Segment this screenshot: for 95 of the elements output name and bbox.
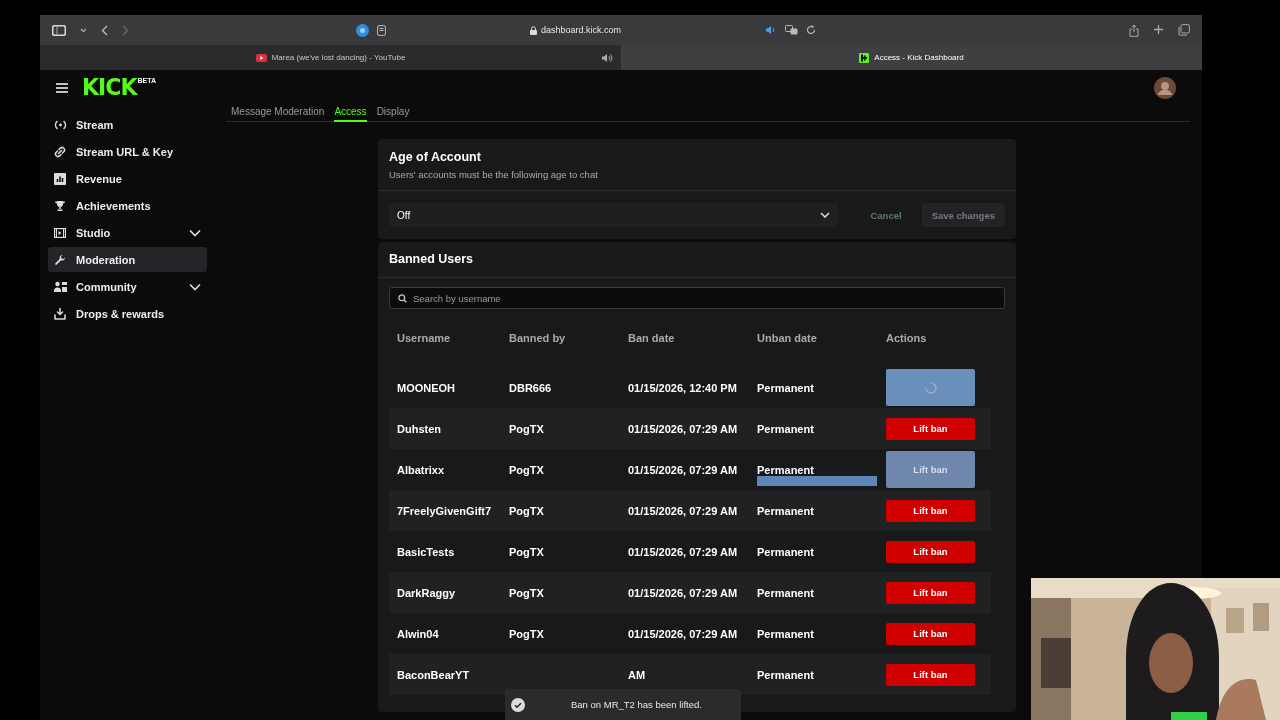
unban-date-cell: Permanent bbox=[757, 627, 814, 640]
lock-icon bbox=[529, 25, 537, 35]
gift-tray-icon bbox=[54, 307, 66, 320]
extension-icon[interactable] bbox=[356, 23, 369, 37]
share-icon[interactable] bbox=[1129, 23, 1139, 37]
banned-by-cell-text: PogTX bbox=[508, 462, 545, 478]
link-icon bbox=[54, 145, 66, 158]
card-title: Banned Users bbox=[389, 252, 475, 266]
ban-date-cell-text: 01/15/2026, 07:29 AM bbox=[627, 544, 739, 560]
sidebar-toggle-icon[interactable] bbox=[52, 24, 66, 36]
ban-date-cell-text: 01/15/2026, 12:40 PM bbox=[627, 380, 738, 396]
username-cell-text: Duhsten bbox=[396, 421, 442, 437]
toast-message: Ban on MR_T2 has been lifted. bbox=[571, 699, 702, 710]
lift-ban-button[interactable]: Lift ban bbox=[886, 417, 975, 440]
menu-icon[interactable] bbox=[56, 82, 68, 93]
tab-title: Marea (we've lost dancing) - YouTube bbox=[271, 53, 406, 62]
unban-date-cell: Permanent bbox=[757, 545, 814, 558]
column-header: Actions bbox=[885, 332, 928, 344]
banned-by-cell-text: PogTX bbox=[508, 626, 545, 642]
card-description: Users' accounts must be the following age to chat bbox=[389, 169, 599, 180]
tabs-overview-icon[interactable] bbox=[1178, 23, 1190, 36]
search-icon bbox=[398, 293, 407, 303]
unban-date-cell: Permanent bbox=[757, 586, 814, 599]
ban-date-cell-text: 01/15/2026, 07:29 AM bbox=[627, 462, 739, 478]
age-select[interactable]: Off bbox=[389, 203, 839, 227]
video-frame-icon bbox=[54, 227, 66, 238]
ban-date-cell-text: 01/15/2026, 07:29 AM bbox=[627, 421, 739, 437]
ban-date-cell-text: AM bbox=[627, 667, 647, 683]
sidebar-item[interactable]: Achievements bbox=[48, 193, 207, 218]
k-logo-icon bbox=[859, 52, 870, 63]
address-text[interactable]: dashboard.kick.com bbox=[540, 25, 621, 35]
unban-date-cell: Permanent bbox=[757, 422, 814, 435]
chevron-icon[interactable] bbox=[189, 282, 201, 291]
chevron-down-icon bbox=[820, 212, 831, 218]
settings-tab[interactable]: Message Moderation bbox=[231, 106, 325, 122]
lift-ban-button[interactable]: Lift ban bbox=[886, 663, 975, 686]
translate-icon[interactable] bbox=[785, 25, 798, 35]
column-header: Banned by bbox=[508, 332, 567, 344]
sidebar-item[interactable]: Studio bbox=[48, 220, 207, 245]
users-icon bbox=[53, 280, 67, 293]
sidebar-item[interactable]: Stream bbox=[48, 112, 207, 137]
username-cell-text: Albatrixx bbox=[396, 462, 446, 478]
username-cell-text: DarkRaggy bbox=[396, 585, 457, 601]
banned-by-cell-text: PogTX bbox=[508, 503, 545, 519]
settings-tab[interactable]: Access bbox=[334, 106, 367, 122]
speaker-icon[interactable] bbox=[765, 25, 777, 35]
username-cell-text: BaconBearYT bbox=[396, 667, 471, 683]
sidebar-item[interactable]: Revenue bbox=[48, 166, 207, 191]
ban-date-cell-text: 01/15/2026, 07:29 AM bbox=[627, 626, 739, 642]
broadcast-icon bbox=[53, 119, 67, 130]
lift-ban-button[interactable]: Lift ban bbox=[886, 499, 975, 522]
ban-date-cell-text: 01/15/2026, 07:29 AM bbox=[627, 585, 739, 601]
column-header: Username bbox=[396, 332, 452, 344]
banned-by-cell-text: PogTX bbox=[508, 544, 545, 560]
back-icon[interactable] bbox=[101, 24, 108, 36]
column-header: Ban date bbox=[627, 332, 676, 344]
sidebar-item[interactable]: Drops & rewards bbox=[48, 301, 207, 326]
banned-by-cell-text: DBR666 bbox=[508, 380, 553, 396]
plus-icon[interactable] bbox=[1153, 23, 1164, 35]
unban-date-cell: Permanent bbox=[757, 381, 814, 394]
username-cell-text: MOONEOH bbox=[396, 380, 457, 396]
video-play-icon bbox=[255, 53, 267, 62]
lift-ban-button[interactable]: Lift ban bbox=[886, 622, 975, 645]
username-cell-text: BasicTests bbox=[396, 544, 456, 560]
sidebar-item[interactable]: Moderation bbox=[48, 247, 207, 272]
username-cell-text: Alwin04 bbox=[396, 626, 440, 642]
reload-icon[interactable] bbox=[806, 25, 816, 35]
column-header: Unban date bbox=[756, 332, 818, 344]
sidebar-item[interactable]: Community bbox=[48, 274, 207, 299]
unban-date-cell: Permanent bbox=[757, 668, 814, 681]
chevron-down-icon[interactable] bbox=[80, 27, 87, 33]
unban-date-cell: Permanent bbox=[757, 463, 814, 476]
ban-date-cell-text: 01/15/2026, 07:29 AM bbox=[627, 503, 739, 519]
lift-ban-button[interactable]: Lift ban bbox=[886, 540, 975, 563]
card-title: Age of Account bbox=[389, 150, 482, 164]
kick-logo[interactable]: KICK bbox=[82, 75, 137, 100]
banned-by-cell-text: PogTX bbox=[508, 421, 545, 437]
reader-icon[interactable] bbox=[377, 24, 386, 36]
avatar-icon[interactable] bbox=[1154, 76, 1176, 99]
browser-tab[interactable]: Marea (we've lost dancing) - YouTube bbox=[40, 45, 621, 70]
speaker-icon[interactable] bbox=[601, 52, 613, 63]
chevron-icon[interactable] bbox=[189, 228, 201, 237]
bar-chart-icon bbox=[54, 172, 66, 185]
wrench-icon bbox=[54, 253, 66, 266]
browser-tab[interactable]: Access - Kick Dashboard bbox=[621, 45, 1202, 70]
check-circle-icon bbox=[511, 697, 525, 712]
banned-by-cell-text: PogTX bbox=[508, 585, 545, 601]
trophy-icon bbox=[54, 199, 66, 212]
unban-date-cell: Permanent bbox=[757, 504, 814, 517]
sidebar-item[interactable]: Stream URL & Key bbox=[48, 139, 207, 164]
spinner-icon bbox=[924, 381, 937, 394]
tab-title: Access - Kick Dashboard bbox=[874, 53, 964, 62]
lift-ban-button[interactable]: Lift ban bbox=[886, 581, 975, 604]
username-cell-text: 7FreelyGivenGift7 bbox=[396, 503, 493, 519]
settings-tab[interactable]: Display bbox=[376, 106, 410, 122]
